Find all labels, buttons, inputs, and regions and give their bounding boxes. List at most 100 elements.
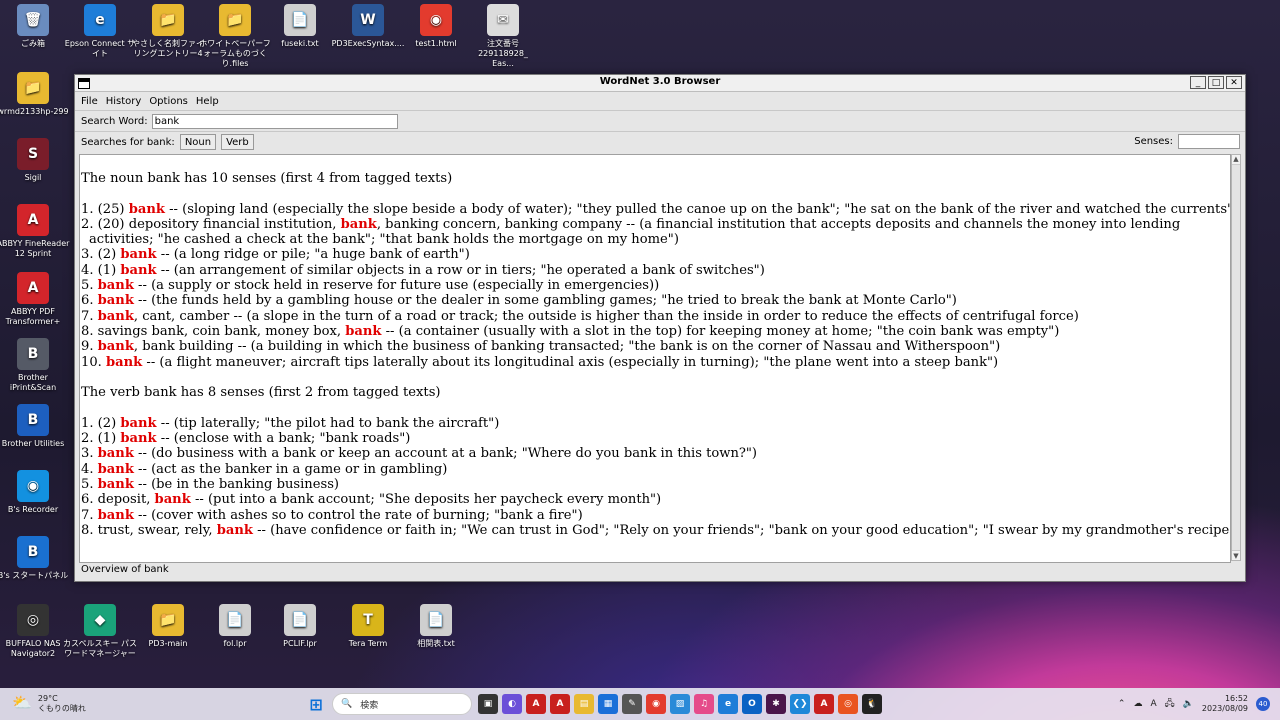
edge-icon[interactable]: e xyxy=(718,694,738,714)
desktop-icon-label: B's Recorder xyxy=(7,505,59,514)
desktop-icon-label: Brother iPrint&Scan xyxy=(9,373,57,392)
desktop-icon[interactable]: e Epson Connect サイト xyxy=(63,4,137,59)
headword-highlight: bank xyxy=(120,431,157,447)
sense-line: 3. bank -- (do business with a bank or k… xyxy=(81,446,758,462)
desktop-icon[interactable]: 📄 PCLIF.lpr xyxy=(263,604,337,649)
title-bar[interactable]: WordNet 3.0 Browser _ □ ✕ xyxy=(75,75,1245,92)
desktop-icon[interactable]: ◎ BUFFALO NAS Navigator2 xyxy=(0,604,70,659)
desktop-icon[interactable]: B B's スタートパネル xyxy=(0,536,70,581)
desktop-icon[interactable]: 📄 fuseki.txt xyxy=(263,4,337,49)
cloud-icon[interactable]: ☁ xyxy=(1133,699,1142,709)
desktop-icon[interactable]: ◉ test1.html xyxy=(399,4,473,49)
acrobat-icon[interactable]: A xyxy=(526,694,546,714)
photos-icon[interactable]: ▨ xyxy=(670,694,690,714)
chrome-icon[interactable]: ◉ xyxy=(646,694,666,714)
headword-highlight: bank xyxy=(128,201,165,217)
desktop-icon[interactable]: ◉ B's Recorder xyxy=(0,470,70,515)
sense-line: 9. bank, bank building -- (a building in… xyxy=(81,339,1001,355)
clock-time: 16:52 xyxy=(1224,694,1248,703)
chevron-up-icon[interactable]: ⌃ xyxy=(1118,699,1126,709)
close-button[interactable]: ✕ xyxy=(1226,76,1242,89)
headword-highlight: bank xyxy=(97,461,134,477)
desktop-icon[interactable]: 📄 fol.lpr xyxy=(198,604,272,649)
desktop-icon[interactable]: 📁 ホワイトペーパーフォーラムものづくり.files xyxy=(198,4,272,69)
acrobat-icon[interactable]: A xyxy=(814,694,834,714)
system-tray: ⌃ ☁ A 🖧 🔈 16:52 2023/08/09 40 xyxy=(1118,694,1270,714)
headword-highlight: bank xyxy=(97,308,134,324)
desktop-icon[interactable]: W PD3ExecSyntax.... xyxy=(331,4,405,49)
start-icon[interactable]: ⊞ xyxy=(306,694,326,714)
taskbar-search[interactable]: 🔍 検索 xyxy=(332,693,472,715)
desktop-icon[interactable]: A ABBYY FineReader 12 Sprint xyxy=(0,204,70,259)
menu-options[interactable]: Options xyxy=(149,96,188,107)
desktop-icon-label: カスペルスキー パスワードマネージャー xyxy=(63,639,137,658)
acrobat-icon[interactable]: A xyxy=(550,694,570,714)
scroll-down-arrow-icon[interactable]: ▼ xyxy=(1232,552,1240,560)
search-label: Search Word: xyxy=(81,115,148,127)
desktop-icon[interactable]: 🗑 ごみ箱 xyxy=(0,4,70,49)
desktop-icon[interactable]: 📁 PD3-main xyxy=(131,604,205,649)
desktop-app-icon: e xyxy=(84,4,116,36)
menu-file[interactable]: File xyxy=(81,96,98,107)
menu-history[interactable]: History xyxy=(106,96,142,107)
maximize-button[interactable]: □ xyxy=(1208,76,1224,89)
desktop-icon[interactable]: 📁 wrmd2133hp-299 xyxy=(0,72,70,117)
desktop-app-icon: ◆ xyxy=(84,604,116,636)
desktop-icon-label: wrmd2133hp-299 xyxy=(0,107,69,116)
search-input[interactable] xyxy=(151,113,398,129)
headword-highlight: bank xyxy=(120,247,157,263)
minimize-button[interactable]: _ xyxy=(1190,76,1206,89)
desktop-icon-label: PD3-main xyxy=(148,639,188,648)
desktop-icon[interactable]: 📄 相関表.txt xyxy=(399,604,473,649)
notepad-icon[interactable]: ✎ xyxy=(622,694,642,714)
taskbar-search-placeholder: 検索 xyxy=(360,700,379,711)
weather-desc: くもりの晴れ xyxy=(37,704,86,713)
menu-help[interactable]: Help xyxy=(196,96,219,107)
desktop-icon[interactable]: S Sigil xyxy=(0,138,70,183)
clock[interactable]: 16:52 2023/08/09 xyxy=(1202,694,1248,714)
sense-line: 8. savings bank, coin bank, money box, b… xyxy=(81,323,1060,339)
store-icon[interactable]: ▦ xyxy=(598,694,618,714)
desktop-app-icon: ◉ xyxy=(420,4,452,36)
desktop-icon[interactable]: B Brother Utilities xyxy=(0,404,70,449)
volume-icon[interactable]: 🔈 xyxy=(1183,699,1194,709)
file-explorer-icon[interactable]: ▤ xyxy=(574,694,594,714)
outlook-icon[interactable]: O xyxy=(742,694,762,714)
desktop-icon-label: 注文番号 229118928_ Eas... xyxy=(478,39,528,68)
desktop-app-icon: ✉ xyxy=(487,4,519,36)
sense-line: 10. bank -- (a flight maneuver; aircraft… xyxy=(81,354,999,370)
headword-highlight: bank xyxy=(106,354,143,370)
desktop-icon[interactable]: B Brother iPrint&Scan xyxy=(0,338,70,393)
sense-line: 2. (20) depository financial institution… xyxy=(81,216,1181,248)
task-view-icon[interactable]: ▣ xyxy=(478,694,498,714)
noun-button[interactable]: Noun xyxy=(179,134,217,150)
desktop-icon[interactable]: A ABBYY PDF Transformer+ xyxy=(0,272,70,327)
desktop-icon[interactable]: T Tera Term xyxy=(331,604,405,649)
scroll-thumb[interactable] xyxy=(1232,164,1240,551)
scroll-up-arrow-icon[interactable]: ▲ xyxy=(1232,155,1240,163)
linux-icon[interactable]: 🐧 xyxy=(862,694,882,714)
vertical-scrollbar[interactable]: ▲ ▼ xyxy=(1231,154,1241,561)
desktop-icon-label: PD3ExecSyntax.... xyxy=(331,39,405,48)
desktop-icon-label: Sigil xyxy=(24,173,42,182)
weather-widget[interactable]: ⛅ 29°C くもりの晴れ xyxy=(12,694,86,714)
senses-input[interactable] xyxy=(1178,134,1240,149)
ubuntu-icon[interactable]: ◎ xyxy=(838,694,858,714)
desktop-app-icon: 📄 xyxy=(420,604,452,636)
desktop-icon[interactable]: ✉ 注文番号 229118928_ Eas... xyxy=(466,4,540,69)
chat-icon[interactable]: ◐ xyxy=(502,694,522,714)
vscode-icon[interactable]: ❮❯ xyxy=(790,694,810,714)
notification-badge[interactable]: 40 xyxy=(1256,697,1270,711)
verb-button[interactable]: Verb xyxy=(221,134,254,150)
desktop-icon[interactable]: ◆ カスペルスキー パスワードマネージャー xyxy=(63,604,137,659)
itunes-icon[interactable]: ♫ xyxy=(694,694,714,714)
slack-icon[interactable]: ✱ xyxy=(766,694,786,714)
sense-line: 8. trust, swear, rely, bank -- (have con… xyxy=(81,522,1231,538)
desktop-app-icon: A xyxy=(17,204,49,236)
results-text[interactable]: The noun bank has 10 senses (first 4 fro… xyxy=(79,154,1231,563)
network-icon[interactable]: 🖧 xyxy=(1165,696,1175,712)
ime-indicator[interactable]: A xyxy=(1150,699,1156,709)
desktop-icon[interactable]: 📁 やさしく名刺ファイリングエントリー4 xyxy=(131,4,205,59)
